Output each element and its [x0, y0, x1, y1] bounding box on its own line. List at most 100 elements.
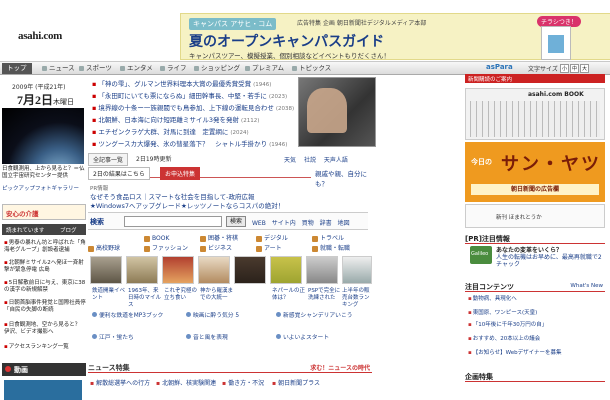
- feature-link[interactable]: 音と風を表現: [186, 334, 228, 342]
- magazine-cover-icon: [541, 26, 571, 60]
- category-link[interactable]: ファッション: [144, 244, 188, 254]
- photo-caption[interactable]: これぞ究極の立ち食い: [164, 288, 198, 302]
- category-link[interactable]: 囲碁・将棋: [200, 234, 238, 244]
- newspaper-preview[interactable]: asahi.com BOOK: [465, 88, 605, 140]
- all-articles-button[interactable]: 全記事一覧: [88, 153, 129, 166]
- pr-badge[interactable]: Galileo: [470, 246, 492, 264]
- whats-new-link[interactable]: What's New: [570, 283, 603, 289]
- search-logo: 検索: [90, 218, 104, 226]
- list-item[interactable]: 【お知らせ】Webデザイナーを募集: [468, 350, 562, 357]
- scope-dictionary[interactable]: 辞書: [320, 220, 332, 227]
- category-link[interactable]: BOOK: [144, 234, 169, 244]
- open-campus-banner-ad[interactable]: キャンパス アサヒ・コム 広告特集 企画 朝日新聞社デジタルメディア本部 夏のオ…: [180, 13, 610, 60]
- tab-results[interactable]: 2日の結果はこちら: [88, 167, 150, 180]
- category-link[interactable]: トラベル: [312, 234, 344, 244]
- special-tabs: 2日の結果はこちら お申込特集 親戚や親、自分にも？: [88, 166, 373, 189]
- tab-most-read[interactable]: 読まれています: [6, 226, 44, 234]
- site-logo[interactable]: asahi.com: [18, 30, 62, 42]
- font-small-button[interactable]: 小: [560, 64, 569, 73]
- photo-thumbnail[interactable]: [234, 256, 266, 284]
- scope-site[interactable]: サイト内: [272, 220, 296, 227]
- feature-link[interactable]: いよいよスタート: [276, 334, 329, 342]
- tab-sports[interactable]: スポーツ: [77, 63, 112, 74]
- list-item[interactable]: 動物病、具現化へ: [468, 296, 517, 303]
- font-large-button[interactable]: 大: [580, 64, 589, 73]
- video-thumbnail[interactable]: [4, 380, 82, 400]
- pr-section-header: [PR]注目情報: [465, 234, 605, 244]
- subscription-header[interactable]: 新聞購読のご案内: [465, 74, 605, 83]
- ranking-link[interactable]: アクセスランキング一覧: [4, 344, 86, 351]
- scope-shop[interactable]: 買物: [302, 220, 314, 227]
- photo-caption[interactable]: PSPで完全に洗練された: [308, 288, 342, 302]
- feature-link[interactable]: 映画に酔う気分 5: [186, 312, 239, 320]
- category-link[interactable]: 高校野球: [88, 244, 120, 254]
- top-news-photo[interactable]: [298, 77, 376, 147]
- photo-caption[interactable]: ネパールの正体は？: [272, 288, 306, 302]
- photo-thumbnail[interactable]: [162, 256, 194, 284]
- earth-photo[interactable]: [2, 108, 84, 164]
- photo-caption[interactable]: 1963年、来日時のマイルス: [128, 288, 162, 309]
- category-link[interactable]: デジタル: [256, 234, 288, 244]
- category-link[interactable]: 就職・転職: [312, 244, 350, 254]
- video-header[interactable]: 動画: [2, 363, 86, 376]
- feature-link[interactable]: 新感覚シャンデリアいこう: [276, 312, 353, 320]
- photo-caption[interactable]: 日食観測用、上から見ると？＝仏国立宇宙研究センター提供: [2, 166, 86, 180]
- scope-map[interactable]: 地図: [338, 220, 350, 227]
- tab-shopping[interactable]: ショッピング: [192, 63, 240, 74]
- photo-thumbnail[interactable]: [90, 256, 122, 284]
- editorial-link[interactable]: 社説: [304, 157, 316, 164]
- photo-thumbnail[interactable]: [306, 256, 338, 284]
- headline-footer: 全記事一覧 2日19時更新 天気 社説 天声人語: [88, 153, 373, 166]
- feature-link[interactable]: 江戸・蛍たち: [92, 334, 134, 342]
- photo-caption[interactable]: 鉄道開業イベント: [92, 288, 126, 302]
- tab-life[interactable]: ライフ: [158, 63, 187, 74]
- font-medium-button[interactable]: 中: [570, 64, 579, 73]
- photo-thumbnail[interactable]: [342, 256, 372, 284]
- aspara-link[interactable]: asPara: [486, 63, 513, 71]
- photo-thumbnail[interactable]: [270, 256, 302, 284]
- tab-topics[interactable]: トピックス: [290, 63, 331, 74]
- list-item[interactable]: 「10年後に千年30万円の自」: [468, 322, 548, 329]
- list-item[interactable]: 男泰の暴れん坊と呼ばれた「角海老グループ」創設者逮捕: [4, 240, 86, 254]
- tab-entame[interactable]: エンタメ: [118, 63, 153, 74]
- tab-blog[interactable]: ブログ: [60, 226, 77, 234]
- search-input[interactable]: [124, 216, 222, 227]
- photo-caption[interactable]: 神から羅漢までの大統一: [200, 288, 234, 302]
- list-item[interactable]: 北朝鮮ミサイル2ヘ発ほ一斉射撃が緊急停電 広島: [4, 260, 86, 274]
- list-item[interactable]: 東国原、ワンピース(天皇): [468, 310, 538, 317]
- special-link[interactable]: 朝日新聞プラス: [272, 378, 320, 387]
- photo-thumbnail[interactable]: [126, 256, 158, 284]
- search-button[interactable]: 検索: [226, 216, 246, 227]
- pr-item[interactable]: あなたの変革をいくら？ 人生の転機はお早めに、最高再就職で2チャック: [496, 247, 604, 268]
- sanyatsu-banner[interactable]: 今日の サン・ヤツ 朝日新聞の広告欄: [465, 142, 605, 202]
- pickup-gallery-link[interactable]: ピックアップフォトギャラリー: [2, 186, 86, 193]
- list-item[interactable]: おすすめ、20本以上の議会: [468, 336, 541, 343]
- book-ad[interactable]: 新刊 ほまれとうか: [465, 204, 605, 228]
- pr-link[interactable]: ★Windows7へアップグレード★レッツノートならコスパの絶対！: [90, 202, 284, 210]
- feature-link[interactable]: 便利な鉄道をMP3ブック: [92, 312, 163, 320]
- kikaku-header: 企画特集: [465, 372, 605, 382]
- tenseijingo-link[interactable]: 天声人語: [324, 157, 348, 164]
- list-item[interactable]: 日食観測地、空から見ると？ 伊沢、ビデオ撮影へ: [4, 322, 86, 336]
- tab-top[interactable]: トップ: [2, 63, 32, 74]
- photo-thumbnail[interactable]: [198, 256, 230, 284]
- category-link[interactable]: ビジネス: [200, 244, 232, 254]
- photo-caption[interactable]: 上半年の販売台数ランキング: [342, 288, 372, 309]
- ranking-tabs: 読まれています ブログ: [2, 224, 86, 235]
- list-item[interactable]: 5日解散前日に与え、東京に38の漢字の新規解禁: [4, 280, 86, 294]
- care-banner[interactable]: 安心の介護: [2, 204, 86, 220]
- special-link[interactable]: 北朝鮮、核実験関連: [156, 378, 216, 387]
- updated-time: 2日19時更新: [136, 156, 172, 163]
- news-special-link[interactable]: 求む！ニュースの時代: [310, 363, 370, 372]
- weather-link[interactable]: 天気: [284, 157, 296, 164]
- category-link[interactable]: アート: [256, 244, 282, 254]
- tab-special[interactable]: お申込特集: [160, 167, 201, 180]
- tab-premium[interactable]: プレミアム: [243, 63, 284, 74]
- pr-link[interactable]: なぜそう食品ロス｜スマートな社会を目指して-政府広報: [90, 193, 254, 201]
- scope-web[interactable]: WEB: [252, 220, 266, 227]
- special-link[interactable]: 解散総選挙への行方: [90, 378, 150, 387]
- question-link[interactable]: 親戚や親、自分にも？: [311, 167, 373, 189]
- list-item[interactable]: 日朝首脳事件発覚と国際社員停 「自民の失脚の断続: [4, 300, 86, 314]
- special-link[interactable]: 働き方・不況: [222, 378, 264, 387]
- tab-news[interactable]: ニュース: [40, 63, 75, 74]
